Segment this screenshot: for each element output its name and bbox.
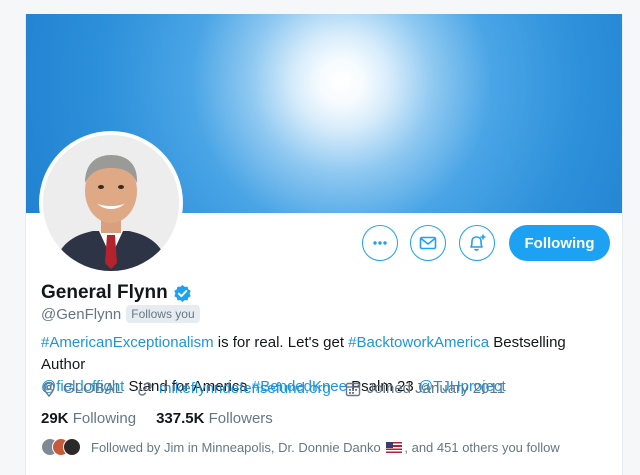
followers-you-know-avatars <box>41 438 81 456</box>
verified-badge-icon <box>174 284 191 302</box>
joined-item: Joined January 2011 <box>345 380 505 397</box>
us-flag-icon <box>386 441 403 453</box>
profile-handle: @GenFlynn <box>41 305 122 323</box>
following-count: 29K <box>41 410 69 427</box>
location-item: GLOBAL <box>41 380 123 397</box>
followers-count: 337.5K <box>156 410 205 427</box>
followed-by-row[interactable]: Followed by Jim in Minneapolis, Dr. Donn… <box>41 438 560 456</box>
link-icon <box>138 381 152 396</box>
followers-label: Followers <box>208 410 273 427</box>
hashtag-link[interactable]: #BacktoworkAmerica <box>348 334 489 351</box>
profile-avatar[interactable] <box>39 131 183 275</box>
more-icon <box>373 241 387 245</box>
hashtag-link[interactable]: #AmericanExceptionalism <box>41 334 214 351</box>
message-button[interactable] <box>410 225 446 261</box>
following-stat[interactable]: 29K Following <box>41 410 136 427</box>
more-button[interactable] <box>362 225 398 261</box>
website-item: mikeflynndefensefund.org <box>137 380 331 397</box>
location-text: GLOBAL <box>63 380 124 397</box>
bio-text: is for real. Let's get <box>213 334 349 351</box>
avatar <box>63 438 81 456</box>
location-pin-icon <box>43 381 55 397</box>
bell-plus-icon <box>470 234 486 251</box>
follows-you-badge: Follows you <box>126 305 200 323</box>
profile-name: General Flynn <box>41 282 168 303</box>
envelope-icon <box>419 236 437 250</box>
joined-text: Joined January 2011 <box>366 380 505 397</box>
notifications-button[interactable] <box>459 225 495 261</box>
followers-stat[interactable]: 337.5K Followers <box>156 410 273 427</box>
following-label: Following <box>72 410 137 427</box>
followed-by-text: Followed by Jim in Minneapolis, Dr. Donn… <box>91 439 560 455</box>
website-link[interactable]: mikeflynndefensefund.org <box>159 380 331 397</box>
avatar-portrait <box>43 135 179 271</box>
profile-card: Following General Flynn @GenFlynn Follow… <box>25 14 623 475</box>
following-button[interactable]: Following <box>509 225 610 261</box>
calendar-icon <box>345 382 361 396</box>
